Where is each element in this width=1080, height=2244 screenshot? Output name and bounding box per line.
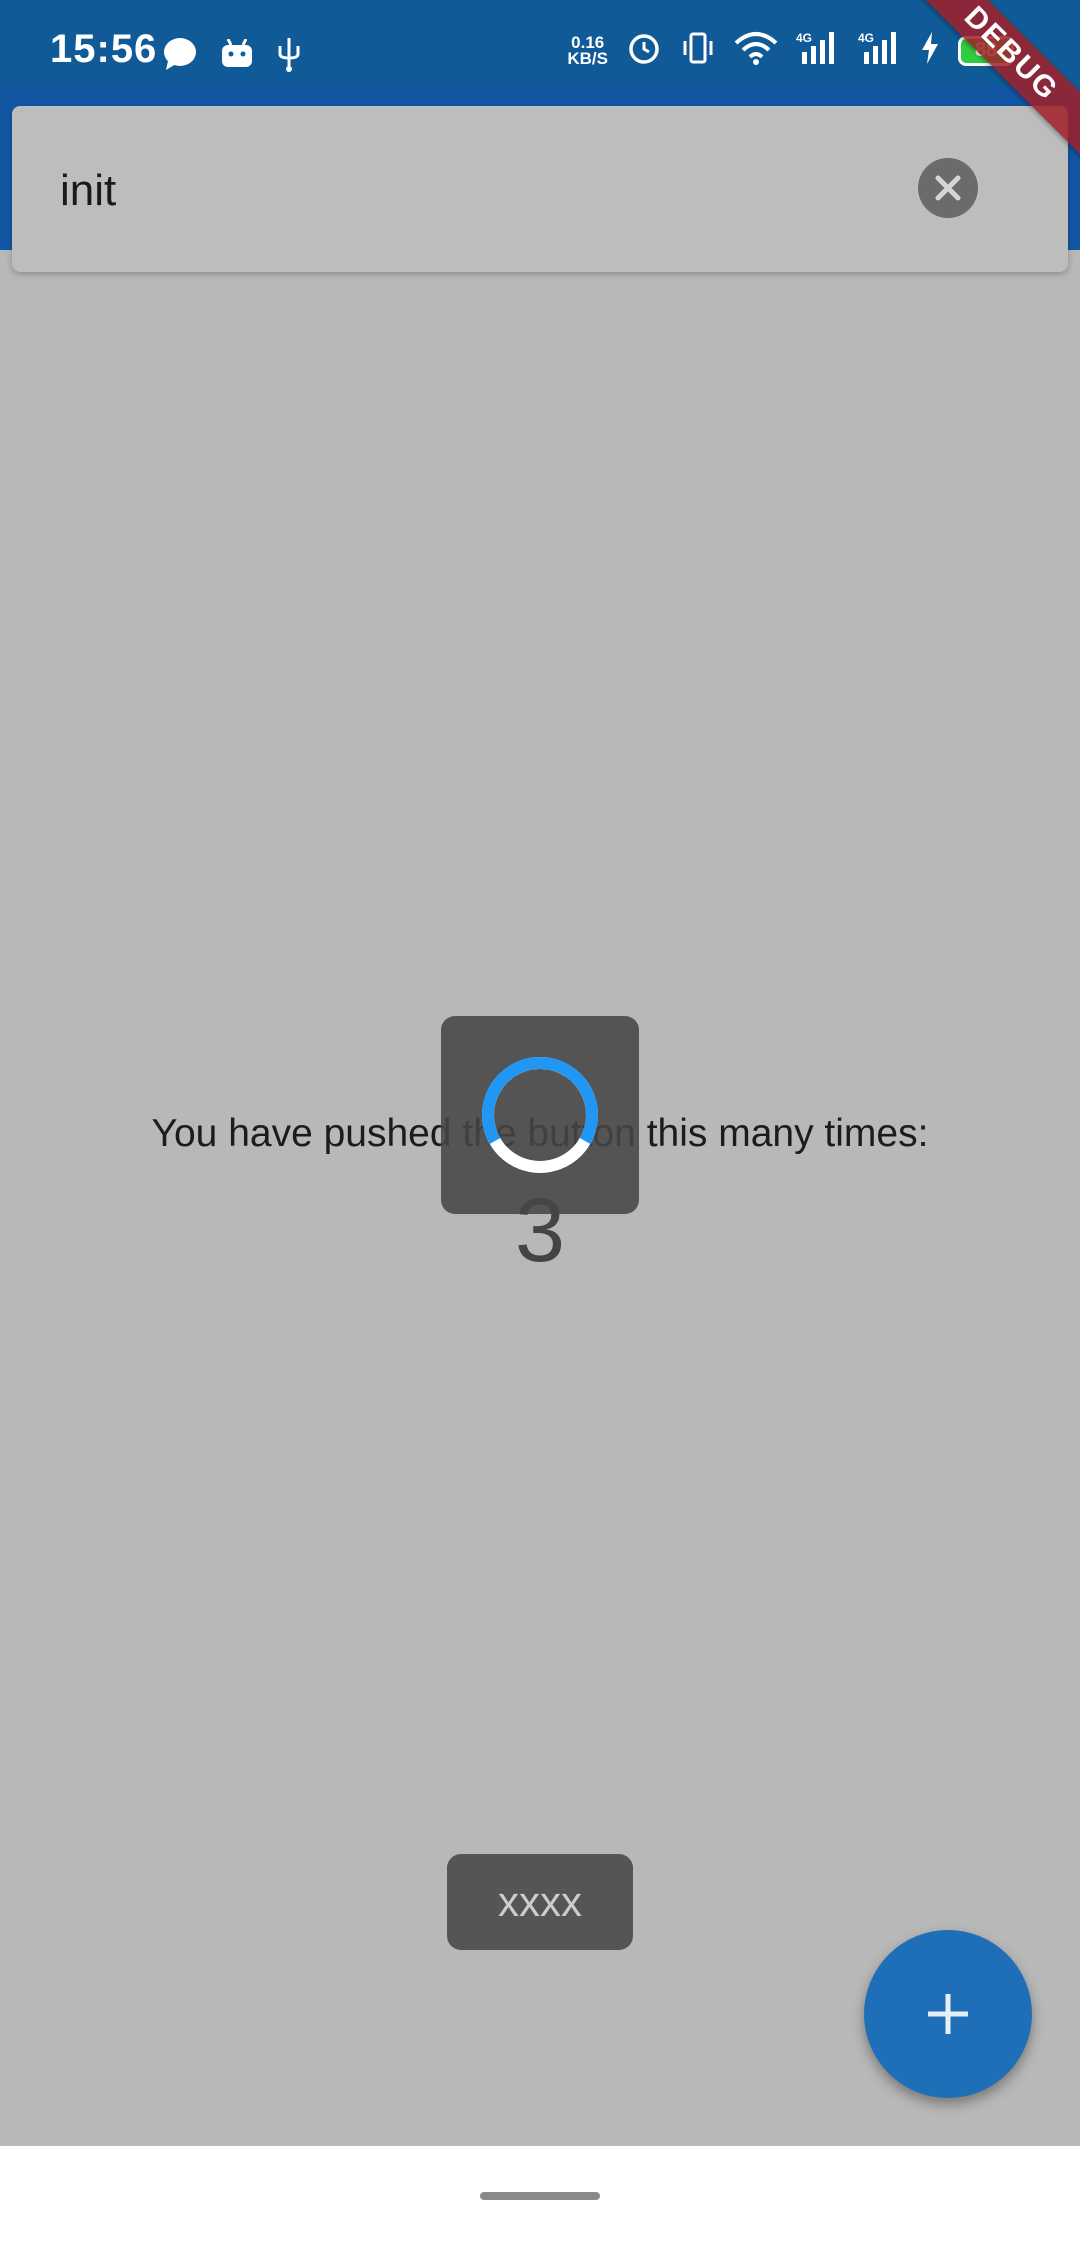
signal-4g-icon: 4G: [858, 30, 902, 71]
search-bar[interactable]: init: [12, 106, 1068, 272]
clear-search-button[interactable]: [918, 158, 978, 218]
search-input[interactable]: init: [60, 166, 116, 216]
navigation-bar: [0, 2146, 1080, 2244]
charging-icon: [920, 31, 940, 70]
close-icon: [935, 175, 961, 201]
increment-button[interactable]: [864, 1930, 1032, 2098]
vibrate-icon: [680, 30, 716, 71]
alarm-icon: [626, 30, 662, 71]
system-icons: 0.16 KB/S 4G 4G 88: [567, 30, 1014, 71]
gesture-handle[interactable]: [480, 2192, 600, 2200]
loading-dialog: [441, 1016, 639, 1214]
signal-4g-icon: 4G: [796, 30, 840, 71]
chat-bubble-icon: [162, 37, 198, 76]
plus-icon: [928, 1994, 968, 2034]
network-speed: 0.16 KB/S: [567, 34, 608, 68]
notification-icons: [162, 36, 302, 77]
wifi-icon: [734, 31, 778, 70]
svg-text:4G: 4G: [858, 31, 874, 45]
usb-icon: [276, 36, 302, 77]
svg-text:4G: 4G: [796, 31, 812, 45]
loading-spinner-icon: [482, 1057, 598, 1173]
android-icon: [220, 38, 254, 74]
toast-text: xxxx: [498, 1878, 582, 1925]
network-speed-unit: KB/S: [567, 48, 608, 68]
toast-message: xxxx: [447, 1854, 633, 1950]
status-time: 15:56: [50, 27, 158, 71]
